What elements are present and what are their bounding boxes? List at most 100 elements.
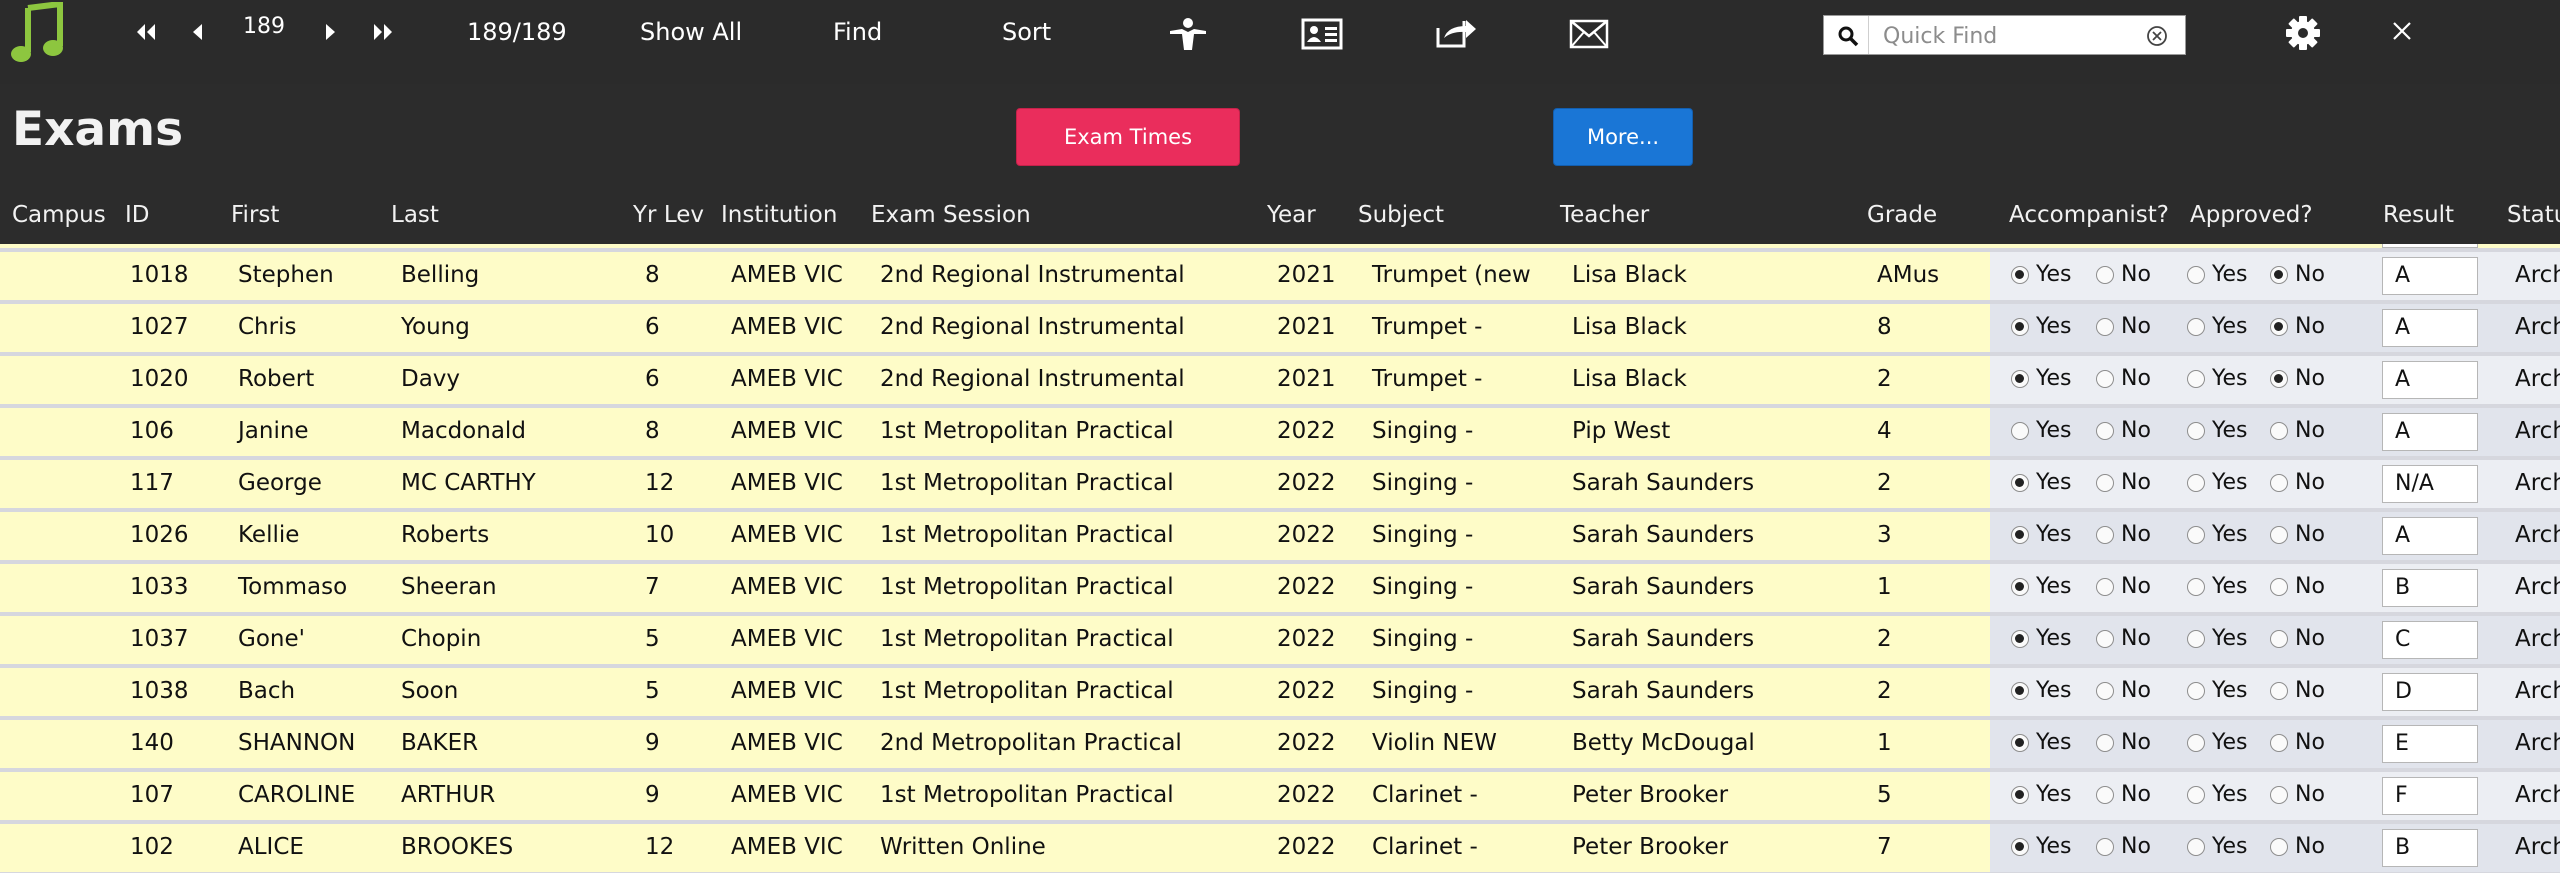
accompanist-no-label[interactable]: No [2121,470,2151,495]
cell-grade[interactable]: 4 [1877,418,1892,444]
result-field[interactable]: A [2382,257,2478,295]
cell-teacher[interactable]: Sarah Saunders [1572,626,1754,652]
accompanist-no-label[interactable]: No [2121,522,2151,547]
result-field[interactable]: A [2382,413,2478,451]
accompanist-yes-radio[interactable] [2011,786,2029,804]
record-number[interactable]: 189 [243,14,285,39]
cell-year[interactable]: 2021 [1277,314,1336,340]
cell-session[interactable]: 2nd Metropolitan Practical [880,730,1182,756]
cell-inst[interactable]: AMEB VIC [731,314,843,340]
accompanist-yes-label[interactable]: Yes [2036,678,2072,703]
column-header-approved[interactable]: Approved? [2190,202,2313,228]
cell-last[interactable]: MC CARTHY [401,470,536,496]
cell-yr[interactable]: 8 [645,262,660,288]
cell-first[interactable]: ALICE [238,834,304,860]
accompanist-no-radio[interactable] [2096,578,2114,596]
accompanist-yes-radio[interactable] [2011,630,2029,648]
result-field[interactable]: A [2382,361,2478,399]
cell-session[interactable]: 2nd Regional Instrumental [880,314,1185,340]
cell-year[interactable]: 2022 [1277,470,1336,496]
approved-no-radio[interactable] [2270,786,2288,804]
cell-status[interactable]: Arch [2515,730,2560,756]
column-header-last[interactable]: Last [391,202,439,228]
approved-no-label[interactable]: No [2295,314,2325,339]
result-field[interactable]: B [2382,569,2478,607]
approved-no-label[interactable]: No [2295,834,2325,859]
accompanist-yes-radio[interactable] [2011,682,2029,700]
cell-last[interactable]: BAKER [401,730,478,756]
cell-last[interactable]: Sheeran [401,574,497,600]
more-button[interactable]: More... [1553,108,1693,166]
cell-subject[interactable]: Trumpet - [1372,366,1483,392]
cell-year[interactable]: 2022 [1277,522,1336,548]
cell-inst[interactable]: AMEB VIC [731,834,843,860]
cell-session[interactable]: 2nd Regional Instrumental [880,262,1185,288]
accompanist-no-radio[interactable] [2096,526,2114,544]
cell-grade[interactable]: 7 [1877,834,1892,860]
contact-card-icon[interactable] [1301,18,1343,50]
cell-teacher[interactable]: Peter Brooker [1572,782,1728,808]
prev-record-icon[interactable] [190,21,204,43]
approved-yes-radio[interactable] [2187,630,2205,648]
result-field[interactable]: A [2382,517,2478,555]
table-row[interactable]: 1037 Gone' Chopin 5 AMEB VIC 1st Metropolitan… [0,616,2560,664]
cell-yr[interactable]: 9 [645,782,660,808]
cell-subject[interactable]: Singing - [1372,626,1473,652]
cell-grade[interactable]: AMus [1877,262,1939,288]
result-field[interactable]: N/A [2382,465,2478,503]
approved-yes-label[interactable]: Yes [2212,678,2248,703]
approved-yes-label[interactable]: Yes [2212,730,2248,755]
column-header-yr-lev[interactable]: Yr Lev [633,202,704,228]
accompanist-no-radio[interactable] [2096,786,2114,804]
cell-year[interactable]: 2022 [1277,834,1336,860]
cell-teacher[interactable]: Sarah Saunders [1572,522,1754,548]
cell-grade[interactable]: 1 [1877,574,1892,600]
accompanist-yes-radio[interactable] [2011,838,2029,856]
cell-first[interactable]: Stephen [238,262,334,288]
cell-subject[interactable]: Trumpet (new [1372,262,1531,288]
cell-status[interactable]: Arch [2515,314,2560,340]
cell-teacher[interactable]: Sarah Saunders [1572,574,1754,600]
cell-inst[interactable]: AMEB VIC [731,418,843,444]
accompanist-yes-label[interactable]: Yes [2036,626,2072,651]
approved-yes-radio[interactable] [2187,422,2205,440]
show-all-button[interactable]: Show All [640,18,742,46]
accompanist-no-label[interactable]: No [2121,678,2151,703]
table-row[interactable]: 140 SHANNON BAKER 9 AMEB VIC 2nd Metropolitan… [0,720,2560,768]
column-header-result[interactable]: Result [2383,202,2454,228]
table-row[interactable]: 117 George MC CARTHY 12 AMEB VIC 1st Metropol… [0,460,2560,508]
accompanist-no-label[interactable]: No [2121,626,2151,651]
approved-yes-label[interactable]: Yes [2212,366,2248,391]
approved-no-radio[interactable] [2270,682,2288,700]
cell-inst[interactable]: AMEB VIC [731,678,843,704]
accompanist-yes-label[interactable]: Yes [2036,834,2072,859]
cell-year[interactable]: 2022 [1277,678,1336,704]
envelope-icon[interactable] [1569,19,1609,49]
cell-teacher[interactable]: Lisa Black [1572,314,1687,340]
approved-no-label[interactable]: No [2295,782,2325,807]
cell-subject[interactable]: Singing - [1372,470,1473,496]
share-icon[interactable] [1434,16,1478,52]
cell-inst[interactable]: AMEB VIC [731,730,843,756]
approved-no-label[interactable]: No [2295,678,2325,703]
approved-yes-radio[interactable] [2187,526,2205,544]
accompanist-yes-radio[interactable] [2011,370,2029,388]
result-field[interactable]: B [2382,829,2478,867]
approved-no-radio[interactable] [2270,838,2288,856]
accompanist-no-radio[interactable] [2096,474,2114,492]
cell-inst[interactable]: AMEB VIC [731,574,843,600]
column-header-id[interactable]: ID [125,202,150,228]
result-field[interactable]: F [2382,777,2478,815]
cell-year[interactable]: 2022 [1277,574,1336,600]
cell-year[interactable]: 2022 [1277,626,1336,652]
cell-teacher[interactable]: Lisa Black [1572,366,1687,392]
cell-last[interactable]: Macdonald [401,418,526,444]
column-header-accompanist[interactable]: Accompanist? [2009,202,2169,228]
approved-yes-label[interactable]: Yes [2212,522,2248,547]
clear-icon[interactable] [2146,25,2168,51]
last-record-icon[interactable] [371,21,395,43]
cell-last[interactable]: BROOKES [401,834,513,860]
cell-id[interactable]: 117 [130,470,174,496]
accompanist-yes-label[interactable]: Yes [2036,418,2072,443]
quick-find-field[interactable] [1823,15,2186,55]
